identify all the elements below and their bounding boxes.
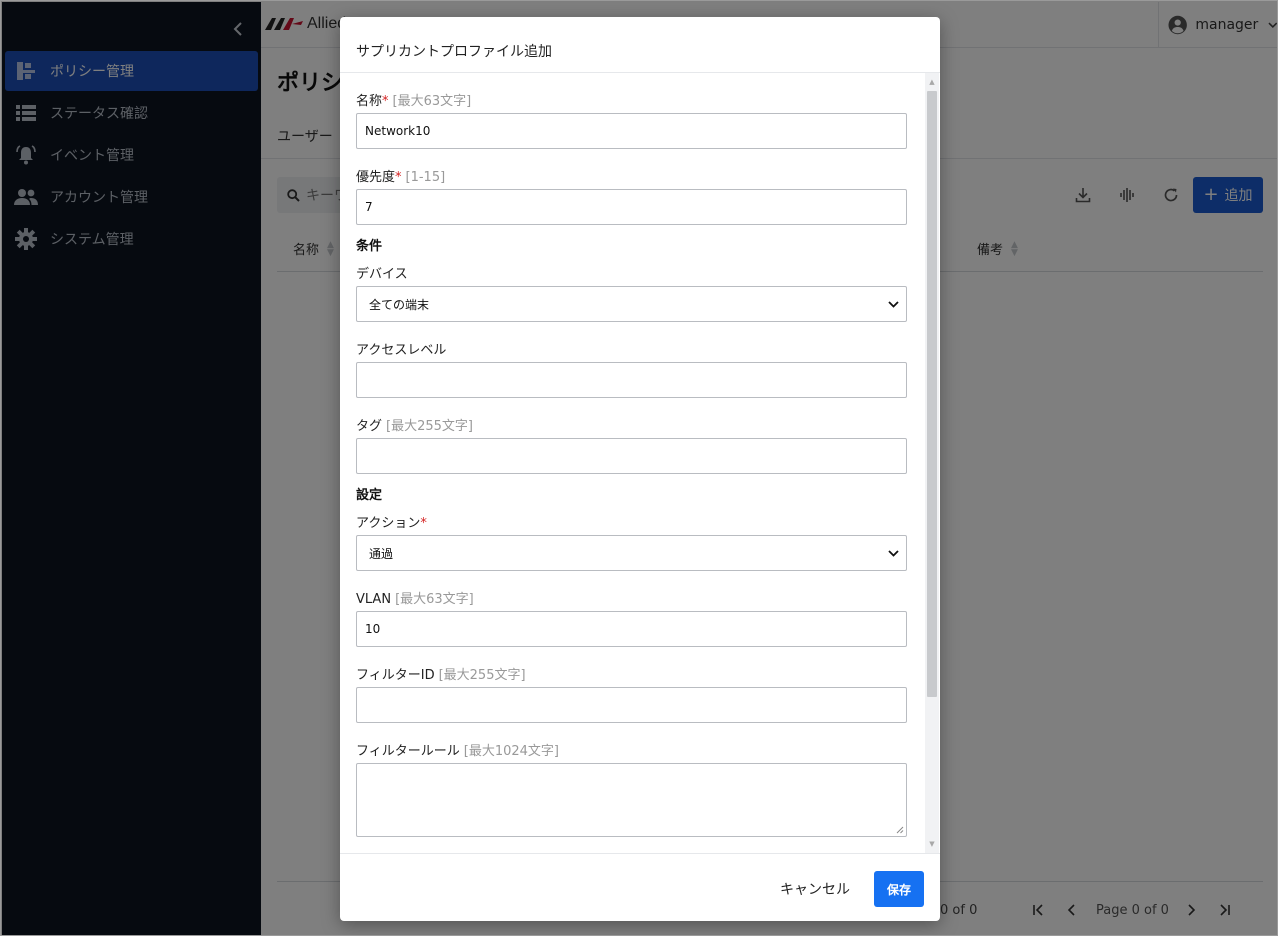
chevron-down-icon [888,549,899,557]
conditions-heading: 条件 [356,239,383,254]
dialog-footer: キャンセル 保存 [340,853,940,921]
action-label: アクション* [356,516,427,531]
priority-label: 優先度* [1-15] [356,170,446,185]
vlan-value: 10 [365,622,381,636]
name-value: Network10 [365,124,431,138]
scrollbar-thumb[interactable] [927,91,937,697]
dialog-title: サプリカントプロファイル追加 [340,17,940,73]
access-level-field[interactable] [356,362,907,398]
access-level-label: アクセスレベル [356,343,447,358]
action-select[interactable]: 通過 [356,535,907,571]
app-window: ポリシー管理 ステータス確認 イベント管理 アカウント管理 [0,0,1278,936]
name-label: 名称* [最大63文字] [356,94,472,109]
scroll-down-arrow-icon[interactable]: ▼ [928,841,936,848]
device-value: 全ての端末 [369,297,430,312]
settings-heading: 設定 [356,488,383,503]
priority-field[interactable]: 7 [356,189,907,225]
vlan-label: VLAN [最大63文字] [356,592,474,607]
filter-id-label: フィルターID [最大255文字] [356,668,526,683]
vlan-field[interactable]: 10 [356,611,907,647]
device-label: デバイス [356,267,408,282]
chevron-down-icon [888,300,899,308]
priority-value: 7 [365,200,373,214]
device-select[interactable]: 全ての端末 [356,286,907,322]
dialog-scrollbar[interactable]: ▲ ▼ [925,73,939,853]
filter-id-field[interactable] [356,687,907,723]
add-supplicant-profile-dialog: サプリカントプロファイル追加 名称* [最大63文字] Network10 優先度… [340,17,940,921]
resize-handle-icon[interactable] [896,826,904,834]
save-button[interactable]: 保存 [874,871,924,907]
cancel-button[interactable]: キャンセル [780,879,850,899]
name-field[interactable]: Network10 [356,113,907,149]
filter-rule-textarea[interactable] [356,763,907,837]
tag-label: タグ [最大255文字] [356,419,473,434]
tag-field[interactable] [356,438,907,474]
filter-rule-label: フィルタールール [最大1024文字] [356,744,559,759]
action-value: 通過 [369,546,394,561]
scroll-up-arrow-icon[interactable]: ▲ [928,79,936,86]
dialog-body: 名称* [最大63文字] Network10 優先度* [1-15] 7 条件 デバ… [340,73,940,853]
